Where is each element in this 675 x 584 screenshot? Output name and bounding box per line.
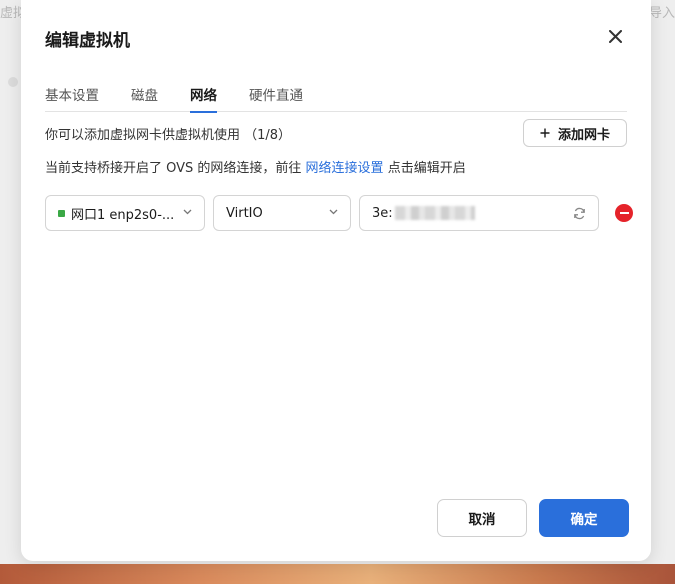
port-select[interactable]: 网口1 enp2s0-... bbox=[45, 195, 205, 231]
tab-disk[interactable]: 磁盘 bbox=[131, 84, 158, 112]
background-dot bbox=[8, 77, 18, 87]
refresh-icon[interactable] bbox=[573, 207, 586, 220]
mac-address-value: 3e: bbox=[372, 205, 393, 221]
plus-icon bbox=[540, 128, 550, 138]
network-settings-link[interactable]: 网络连接设置 bbox=[306, 161, 384, 176]
tab-basic-settings[interactable]: 基本设置 bbox=[45, 84, 99, 112]
add-nic-button[interactable]: 添加网卡 bbox=[523, 119, 627, 147]
close-icon bbox=[608, 29, 622, 43]
dialog-title: 编辑虚拟机 bbox=[45, 31, 130, 51]
minus-icon bbox=[619, 212, 629, 214]
cancel-button[interactable]: 取消 bbox=[437, 499, 527, 537]
remove-nic-button[interactable] bbox=[615, 204, 633, 222]
hint-prefix: 当前支持桥接开启了 OVS 的网络连接，前往 bbox=[45, 161, 306, 176]
nic-count-text: 你可以添加虚拟网卡供虚拟机使用 （1/8） bbox=[45, 128, 292, 143]
close-button[interactable] bbox=[603, 24, 627, 48]
confirm-button[interactable]: 确定 bbox=[539, 499, 629, 537]
nic-model-value: VirtIO bbox=[226, 205, 263, 221]
background-wallpaper bbox=[0, 564, 675, 584]
add-nic-label: 添加网卡 bbox=[557, 127, 610, 143]
tab-bar: 基本设置 磁盘 网络 硬件直通 bbox=[45, 84, 627, 113]
nic-model-select[interactable]: VirtIO bbox=[213, 195, 351, 231]
mac-address-input[interactable]: 3e: bbox=[359, 195, 599, 231]
port-status-icon bbox=[58, 209, 65, 217]
nic-row: 网口1 enp2s0-... VirtIO 3e: bbox=[45, 195, 633, 231]
chevron-down-icon bbox=[183, 209, 192, 215]
tab-hardware-passthrough[interactable]: 硬件直通 bbox=[249, 84, 303, 112]
background-import-button: 导入 bbox=[648, 6, 675, 21]
tab-network[interactable]: 网络 bbox=[190, 84, 217, 113]
port-select-value: 网口1 enp2s0-... bbox=[71, 207, 175, 223]
edit-vm-dialog: 编辑虚拟机 基本设置 磁盘 网络 硬件直通 你可以添加虚拟网卡供虚拟机使用 （1… bbox=[21, 0, 651, 561]
mac-redacted bbox=[394, 206, 475, 220]
hint-suffix: 点击编辑开启 bbox=[383, 161, 466, 176]
ovs-hint: 当前支持桥接开启了 OVS 的网络连接，前往 网络连接设置 点击编辑开启 bbox=[45, 157, 466, 176]
chevron-down-icon bbox=[329, 209, 338, 215]
